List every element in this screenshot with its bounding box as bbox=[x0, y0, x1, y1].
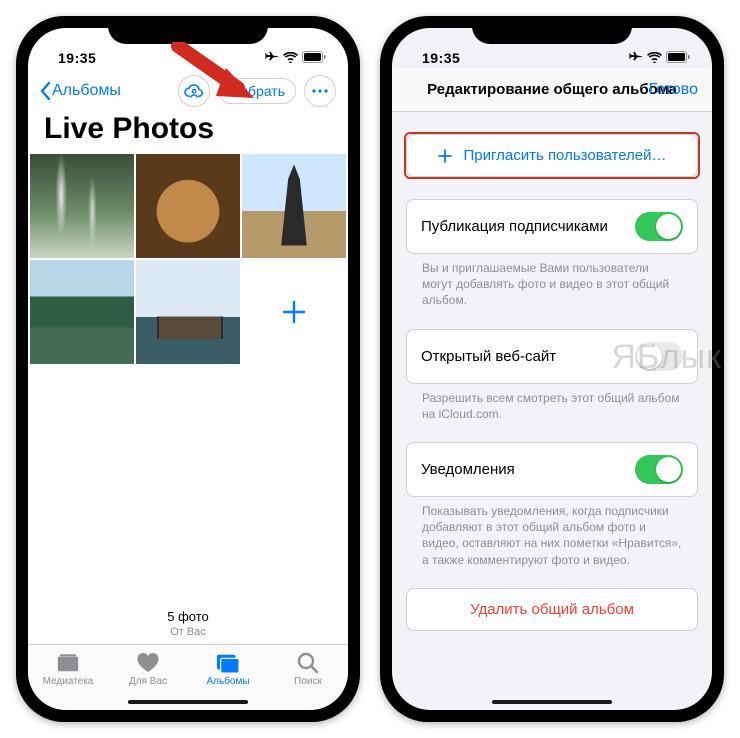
battery-icon bbox=[302, 50, 326, 66]
invite-label: Пригласить пользователей… bbox=[463, 147, 666, 164]
library-icon bbox=[56, 652, 80, 674]
status-time: 19:35 bbox=[58, 50, 96, 66]
row-hint: Вы и приглашаемые Вами пользователи могу… bbox=[406, 254, 698, 309]
tab-label: Альбомы bbox=[206, 676, 249, 687]
delete-album-button[interactable]: Удалить общий альбом bbox=[407, 589, 697, 630]
photo-from: От Вас bbox=[28, 626, 348, 644]
photo-thumb[interactable] bbox=[136, 260, 240, 364]
done-button[interactable]: Готово bbox=[649, 81, 698, 99]
back-button[interactable]: Альбомы bbox=[40, 81, 121, 101]
tab-label: Медиатека bbox=[43, 676, 94, 687]
albums-icon bbox=[216, 652, 240, 674]
share-cloud-button[interactable] bbox=[178, 75, 210, 107]
home-indicator[interactable] bbox=[492, 700, 612, 704]
notifications-row[interactable]: Уведомления bbox=[407, 443, 697, 496]
invite-users-button[interactable]: Пригласить пользователей… bbox=[407, 135, 697, 176]
cloud-person-icon bbox=[184, 83, 204, 99]
notch bbox=[108, 16, 268, 44]
select-label: Выбрать bbox=[229, 83, 285, 99]
wifi-icon bbox=[647, 50, 662, 66]
delete-label: Удалить общий альбом bbox=[470, 601, 634, 618]
wifi-icon bbox=[283, 50, 298, 66]
row-label: Открытый веб-сайт bbox=[421, 348, 556, 365]
row-hint: Разрешить всем смотреть этот общий альбо… bbox=[406, 384, 698, 422]
screen-left: 19:35 Альбомы bbox=[28, 28, 348, 710]
home-indicator[interactable] bbox=[128, 700, 248, 704]
plus-icon bbox=[281, 299, 307, 325]
back-label: Альбомы bbox=[52, 82, 121, 100]
row-label: Уведомления bbox=[421, 461, 515, 478]
photo-thumb[interactable] bbox=[30, 154, 134, 258]
add-photo-button[interactable] bbox=[242, 260, 346, 364]
chevron-left-icon bbox=[40, 81, 52, 101]
subscribers-post-row[interactable]: Публикация подписчиками bbox=[407, 200, 697, 253]
notifications-toggle[interactable] bbox=[635, 455, 683, 484]
plus-icon bbox=[437, 148, 453, 164]
row-label: Публикация подписчиками bbox=[421, 218, 608, 235]
photo-thumb[interactable] bbox=[136, 154, 240, 258]
ellipsis-icon bbox=[311, 89, 329, 93]
nav-title: Редактирование общего альбома bbox=[427, 81, 677, 98]
nav-bar: Альбомы Выбрать bbox=[28, 68, 348, 112]
tab-albums[interactable]: Альбомы bbox=[188, 645, 268, 694]
subscribers-post-toggle[interactable] bbox=[635, 212, 683, 241]
tab-foryou[interactable]: Для Вас bbox=[108, 645, 188, 694]
phone-right-frame: 19:35 Редактирование общего альбома Гото… bbox=[380, 16, 724, 722]
airplane-icon bbox=[629, 50, 643, 66]
tab-search[interactable]: Поиск bbox=[268, 645, 348, 694]
tab-library[interactable]: Медиатека bbox=[28, 645, 108, 694]
tab-label: Поиск bbox=[294, 676, 322, 687]
tab-label: Для Вас bbox=[129, 676, 167, 687]
select-button[interactable]: Выбрать bbox=[218, 78, 296, 104]
screen-right: 19:35 Редактирование общего альбома Гото… bbox=[392, 28, 712, 710]
row-hint: Показывать уведомления, когда подписчики… bbox=[406, 497, 698, 568]
public-website-row[interactable]: Открытый веб-сайт bbox=[407, 330, 697, 383]
status-time: 19:35 bbox=[422, 50, 460, 66]
notch bbox=[472, 16, 632, 44]
photo-grid bbox=[28, 154, 348, 364]
annotation-highlight: Пригласить пользователей… bbox=[404, 132, 700, 179]
photo-thumb[interactable] bbox=[30, 260, 134, 364]
phone-left-frame: 19:35 Альбомы bbox=[16, 16, 360, 722]
photo-count: 5 фото bbox=[28, 609, 348, 626]
public-website-toggle[interactable] bbox=[635, 342, 683, 371]
more-button[interactable] bbox=[304, 75, 336, 107]
search-icon bbox=[296, 652, 320, 674]
nav-bar: Редактирование общего альбома Готово bbox=[392, 68, 712, 112]
page-title: Live Photos bbox=[28, 112, 348, 154]
foryou-icon bbox=[136, 652, 160, 674]
battery-icon bbox=[666, 50, 690, 66]
airplane-icon bbox=[265, 50, 279, 66]
photo-thumb[interactable] bbox=[242, 154, 346, 258]
